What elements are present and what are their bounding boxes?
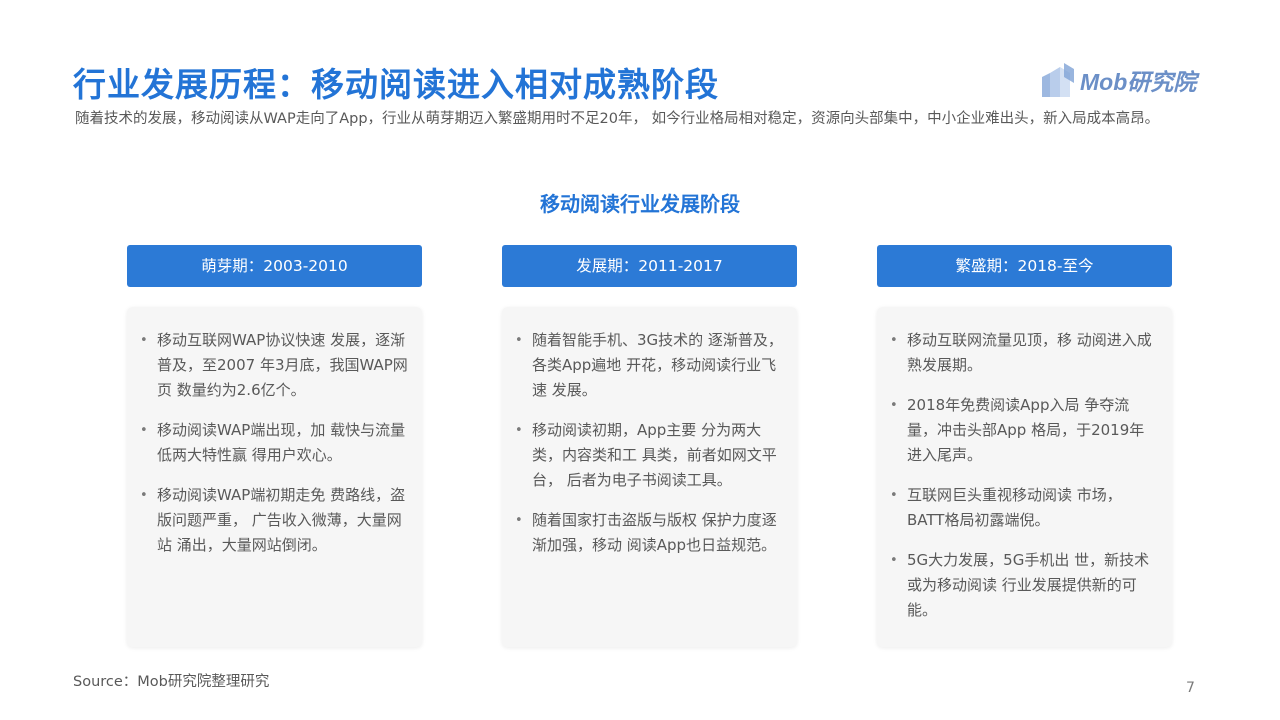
bullet-dot-icon: • <box>515 513 523 528</box>
list-item-text: 移动阅读WAP端初期走免 费路线，盗版问题严重， 广告收入微薄，大量网站 涌出，… <box>157 486 406 554</box>
list-item: • 移动阅读初期，App主要 分为两大类，内容类和工 具类，前者如网文平台， 后者… <box>512 418 783 493</box>
stage-card-3: • 移动互联网流量见顶，移 动阅进入成熟发展期。 • 2018年免费阅读App入局 … <box>877 307 1172 647</box>
building-blocks-icon <box>1042 63 1074 97</box>
bullet-dot-icon: • <box>890 488 898 503</box>
stage-header-1: 萌芽期：2003-2010 <box>127 245 422 287</box>
stage-header-2: 发展期：2011-2017 <box>502 245 797 287</box>
list-item-text: 互联网巨头重视移动阅读 市场，BATT格局初露端倪。 <box>907 486 1122 529</box>
list-item: • 随着智能手机、3G技术的 逐渐普及，各类App遍地 开花，移动阅读行业飞速 发… <box>512 328 783 403</box>
source-note: Source：Mob研究院整理研究 <box>73 674 270 690</box>
list-item-text: 随着国家打击盗版与版权 保护力度逐渐加强，移动 阅读App也日益规范。 <box>532 511 777 554</box>
bullet-dot-icon: • <box>515 423 523 438</box>
bullet-dot-icon: • <box>890 553 898 568</box>
list-item: • 移动互联网WAP协议快速 发展，逐渐普及，至2007 年3月底，我国WAP网页… <box>137 328 408 403</box>
bullet-dot-icon: • <box>890 398 898 413</box>
list-item-text: 移动阅读WAP端出现，加 载快与流量低两大特性赢 得用户欢心。 <box>157 421 406 464</box>
brand-logo: Mob研究院 <box>1040 62 1210 98</box>
list-item-text: 移动阅读初期，App主要 分为两大类，内容类和工 具类，前者如网文平台， 后者为… <box>532 421 777 489</box>
bullet-list: • 随着智能手机、3G技术的 逐渐普及，各类App遍地 开花，移动阅读行业飞速 发… <box>502 307 797 558</box>
logo-text: Mob研究院 <box>1080 69 1197 95</box>
list-item-text: 移动互联网流量见顶，移 动阅进入成熟发展期。 <box>907 331 1152 374</box>
bullet-dot-icon: • <box>890 333 898 348</box>
bullet-list: • 移动互联网流量见顶，移 动阅进入成熟发展期。 • 2018年免费阅读App入局 … <box>877 307 1172 623</box>
bullet-list: • 移动互联网WAP协议快速 发展，逐渐普及，至2007 年3月底，我国WAP网页… <box>127 307 422 558</box>
list-item: • 互联网巨头重视移动阅读 市场，BATT格局初露端倪。 <box>887 483 1158 533</box>
bullet-dot-icon: • <box>140 488 148 503</box>
list-item-text: 随着智能手机、3G技术的 逐渐普及，各类App遍地 开花，移动阅读行业飞速 发展… <box>532 331 783 399</box>
list-item: • 随着国家打击盗版与版权 保护力度逐渐加强，移动 阅读App也日益规范。 <box>512 508 783 558</box>
list-item: • 移动阅读WAP端初期走免 费路线，盗版问题严重， 广告收入微薄，大量网站 涌出… <box>137 483 408 558</box>
list-item-text: 2018年免费阅读App入局 争夺流量，冲击头部App 格局，于2019年进入尾… <box>907 396 1145 464</box>
stage-card-2: • 随着智能手机、3G技术的 逐渐普及，各类App遍地 开花，移动阅读行业飞速 发… <box>502 307 797 647</box>
bullet-dot-icon: • <box>140 333 148 348</box>
list-item: • 移动阅读WAP端出现，加 载快与流量低两大特性赢 得用户欢心。 <box>137 418 408 468</box>
page-number: 7 <box>1186 680 1195 696</box>
stage-card-1: • 移动互联网WAP协议快速 发展，逐渐普及，至2007 年3月底，我国WAP网页… <box>127 307 422 647</box>
chart-title: 移动阅读行业发展阶段 <box>540 192 740 216</box>
list-item: • 5G大力发展，5G手机出 世，新技术或为移动阅读 行业发展提供新的可能。 <box>887 548 1158 623</box>
bullet-dot-icon: • <box>140 423 148 438</box>
bullet-dot-icon: • <box>515 333 523 348</box>
page-subtitle: 随着技术的发展，移动阅读从WAP走向了App，行业从萌芽期迈入繁盛期用时不足20… <box>75 111 1160 127</box>
list-item: • 2018年免费阅读App入局 争夺流量，冲击头部App 格局，于2019年进入… <box>887 393 1158 468</box>
list-item: • 移动互联网流量见顶，移 动阅进入成熟发展期。 <box>887 328 1158 378</box>
page-title: 行业发展历程：移动阅读进入相对成熟阶段 <box>73 65 719 104</box>
list-item-text: 移动互联网WAP协议快速 发展，逐渐普及，至2007 年3月底，我国WAP网页 … <box>157 331 408 399</box>
list-item-text: 5G大力发展，5G手机出 世，新技术或为移动阅读 行业发展提供新的可能。 <box>907 551 1150 619</box>
stage-header-3: 繁盛期：2018-至今 <box>877 245 1172 287</box>
